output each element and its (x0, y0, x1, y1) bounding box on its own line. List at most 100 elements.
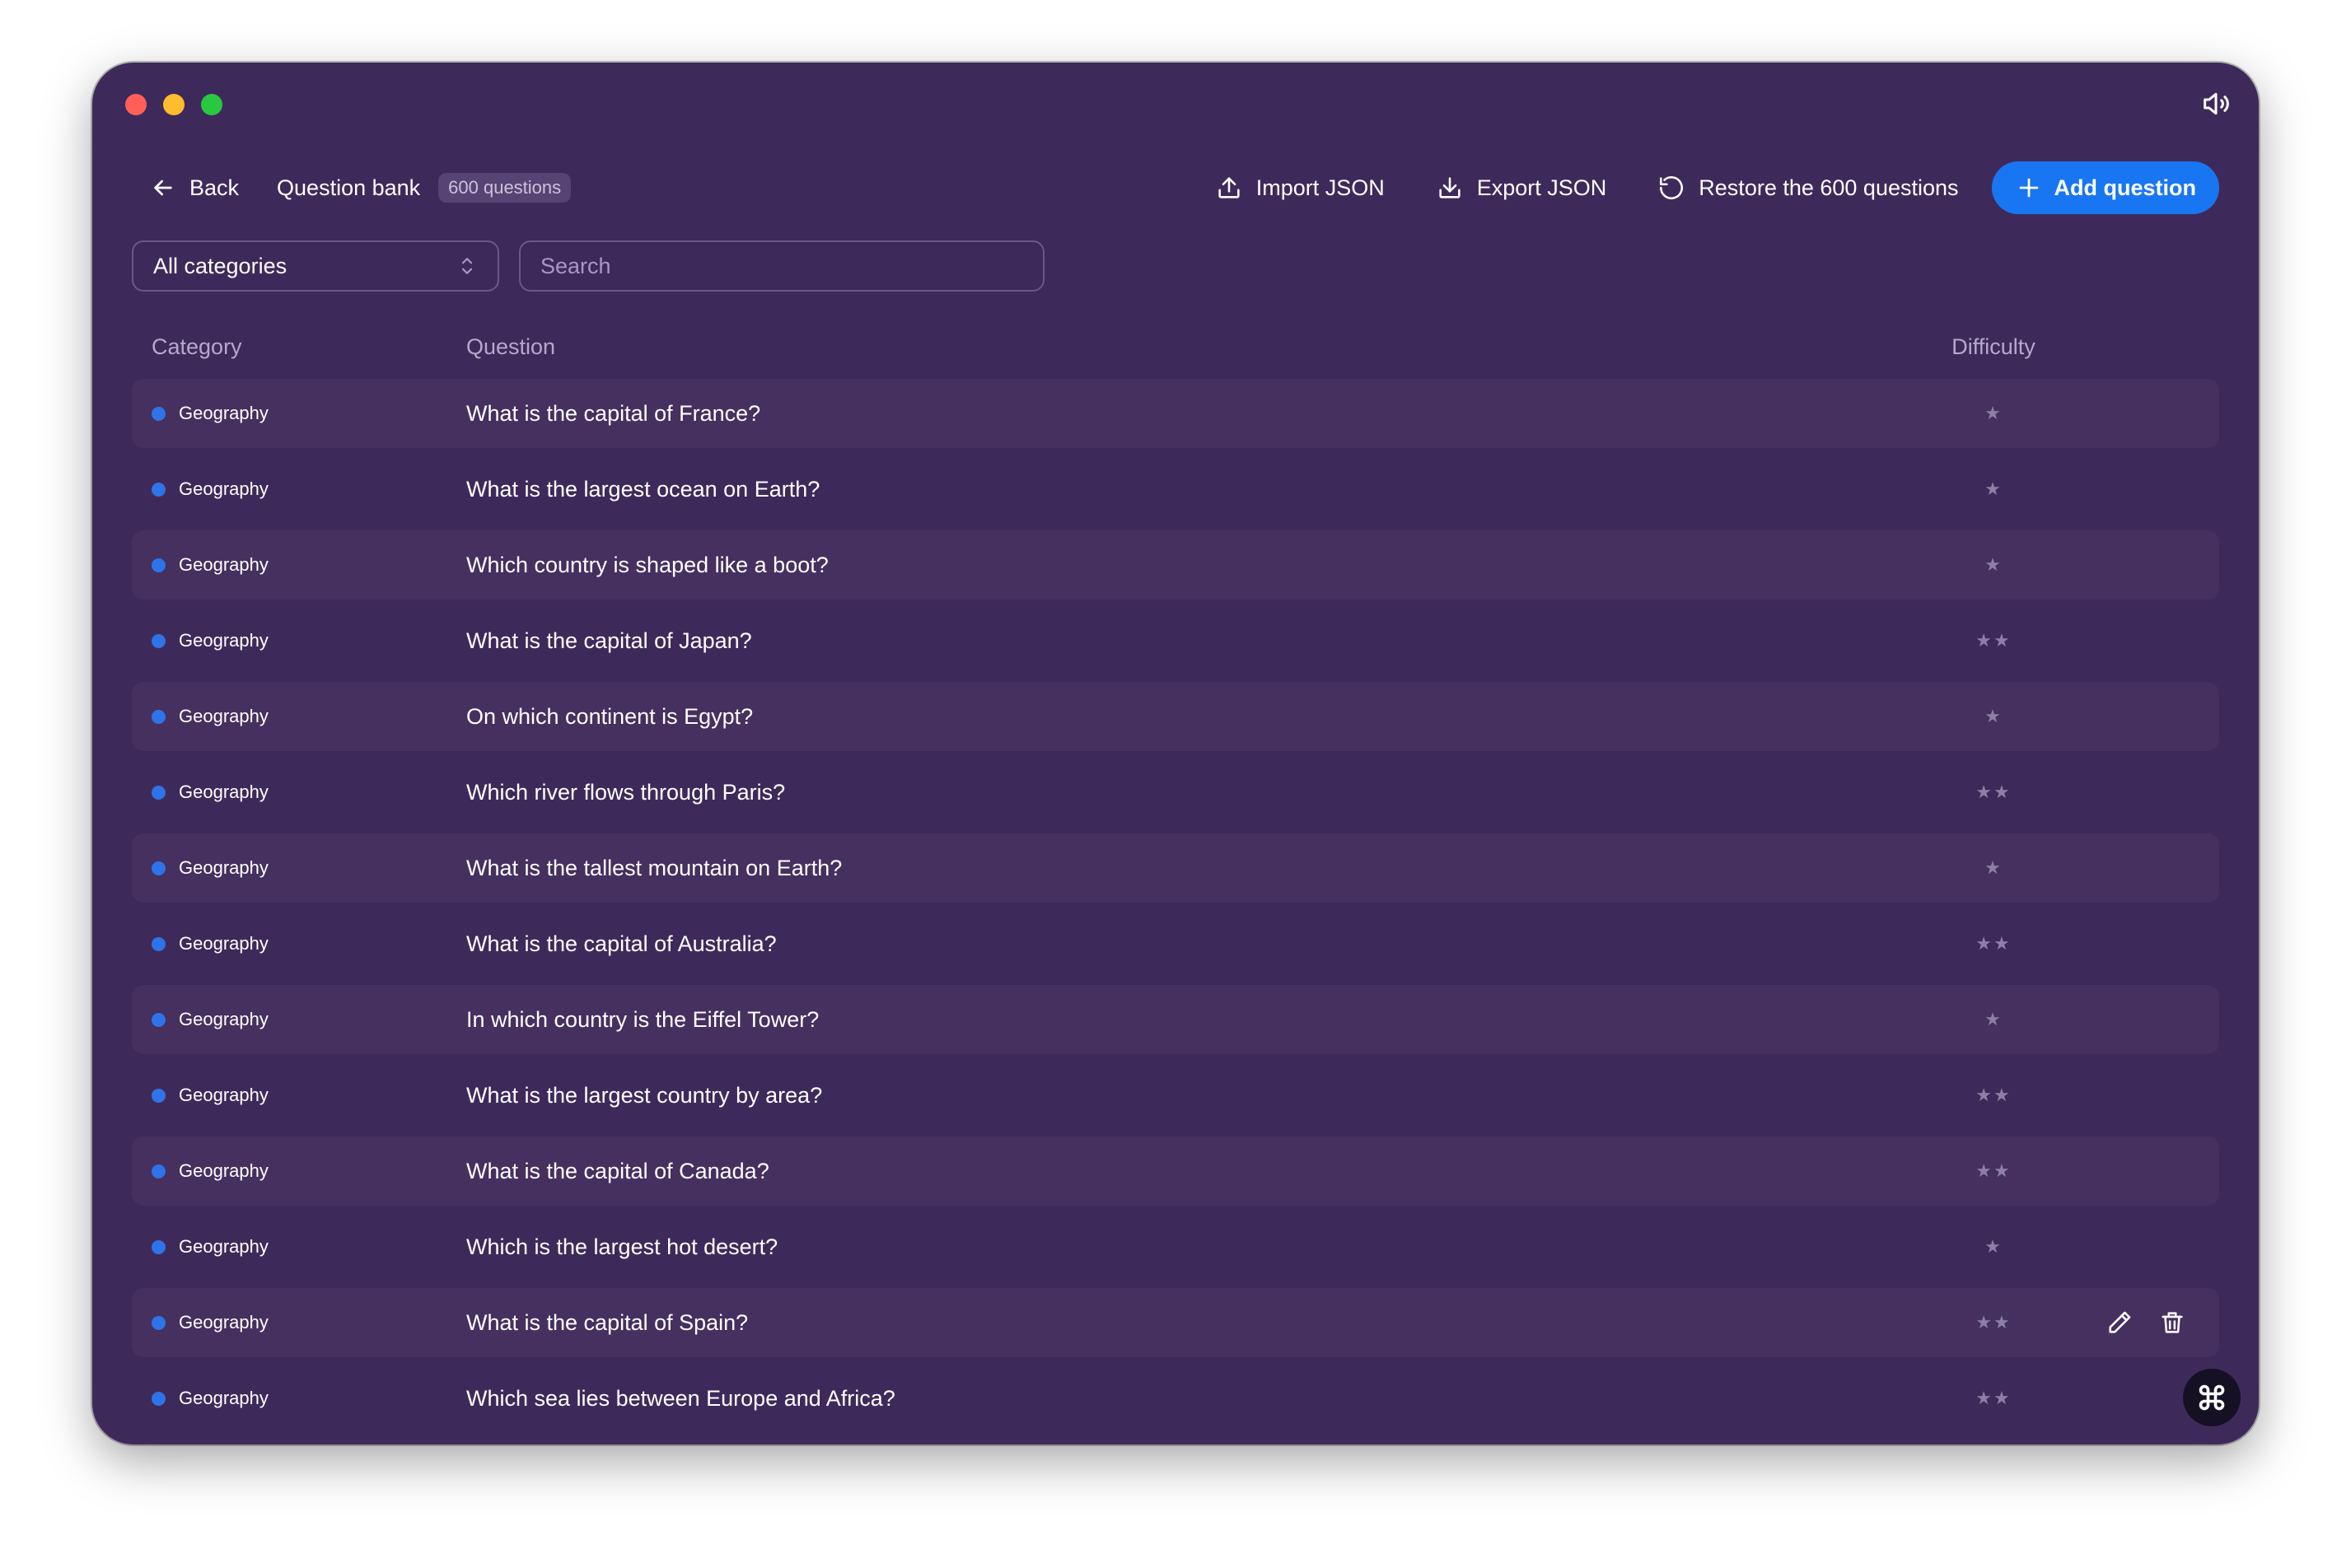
table-row[interactable]: Geography Which is the largest hot desert… (132, 1212, 2219, 1281)
question-count-badge: 600 questions (438, 173, 572, 203)
restore-questions-label: Restore the 600 questions (1699, 175, 1959, 200)
category-color-dot (152, 482, 166, 497)
arrow-left-icon (154, 180, 172, 196)
table-row[interactable]: Geography What is the capital of France? ★ (132, 379, 2219, 448)
category-color-dot (152, 1088, 166, 1103)
maximize-window-button[interactable] (201, 94, 222, 115)
category-cell: Geography (152, 455, 269, 524)
category-label: Geography (179, 630, 269, 651)
pencil-icon[interactable] (2106, 1309, 2134, 1337)
export-json-button[interactable]: Export JSON (1436, 174, 1606, 202)
category-color-dot (152, 861, 166, 875)
download-icon (1439, 177, 1461, 198)
category-label: Geography (179, 403, 269, 423)
category-cell: Geography (152, 758, 269, 827)
category-label: Geography (179, 1236, 269, 1257)
difficulty-stars: ★★ (1975, 1312, 2012, 1332)
add-question-label: Add question (2054, 175, 2196, 200)
rotate-ccw-icon (1660, 176, 1684, 200)
sound-toggle-button[interactable] (2199, 87, 2232, 120)
plus-icon (2019, 178, 2038, 198)
upload-icon (1218, 177, 1240, 198)
category-cell: Geography (152, 1288, 269, 1357)
question-text: Which is the largest hot desert? (466, 1234, 778, 1259)
question-text: Which country is shaped like a boot? (466, 553, 829, 577)
table-row[interactable]: Geography On which continent is Egypt? ★ (132, 682, 2219, 751)
question-text: What is the capital of Japan? (466, 628, 752, 653)
search-input[interactable]: Search (519, 240, 1045, 292)
question-text: What is the capital of Canada? (466, 1159, 769, 1183)
speaker-icon (2204, 92, 2229, 115)
app-window: Back Question bank 600 questions Import … (92, 63, 2259, 1444)
page-title: Question bank (277, 175, 421, 200)
category-label: Geography (179, 857, 269, 878)
category-color-dot (152, 633, 166, 648)
table-row[interactable]: Geography What is the largest country by … (132, 1061, 2219, 1130)
category-cell: Geography (152, 379, 269, 448)
filter-bar: All categories Search (132, 240, 1045, 292)
column-header-question[interactable]: Question (466, 326, 555, 367)
command-icon (2199, 1384, 2225, 1411)
row-actions (2106, 1288, 2186, 1357)
question-text: Which river flows through Paris? (466, 780, 786, 805)
question-text: On which continent is Egypt? (466, 704, 754, 729)
difficulty-stars: ★ (1984, 706, 2003, 726)
difficulty-stars: ★ (1984, 554, 2003, 575)
difficulty-stars: ★★ (1975, 1085, 2012, 1105)
category-color-dot (152, 709, 166, 724)
question-table-body: Geography What is the capital of France? ★… (132, 379, 2219, 1440)
add-question-button[interactable]: Add question (1991, 161, 2219, 214)
difficulty-stars: ★ (1984, 857, 2003, 878)
difficulty-stars: ★★ (1975, 933, 2012, 954)
category-label: Geography (179, 782, 269, 802)
close-window-button[interactable] (125, 94, 147, 115)
difficulty-stars: ★★ (1975, 1160, 2012, 1181)
category-color-dot (152, 936, 166, 951)
difficulty-stars: ★★ (1975, 1388, 2012, 1408)
difficulty-stars: ★ (1984, 478, 2003, 499)
question-text: What is the capital of France? (466, 401, 761, 426)
restore-questions-button[interactable]: Restore the 600 questions (1657, 174, 1959, 202)
import-json-button[interactable]: Import JSON (1215, 174, 1385, 202)
difficulty-stars: ★ (1984, 1236, 2003, 1257)
table-row[interactable]: Geography What is the tallest mountain on… (132, 833, 2219, 903)
category-cell: Geography (152, 1364, 269, 1433)
difficulty-stars: ★★ (1975, 630, 2012, 651)
category-cell: Geography (152, 1212, 269, 1281)
page-header: Back Question bank 600 questions Import … (132, 161, 2219, 214)
category-cell: Geography (152, 682, 269, 751)
table-row[interactable]: Geography What is the capital of Japan? ★★ (132, 606, 2219, 675)
minimize-window-button[interactable] (163, 94, 185, 115)
question-text: In which country is the Eiffel Tower? (466, 1007, 820, 1032)
category-label: Geography (179, 1160, 269, 1181)
question-text: What is the tallest mountain on Earth? (466, 856, 843, 880)
category-cell: Geography (152, 530, 269, 600)
table-row[interactable]: Geography Which sea lies between Europe a… (132, 1364, 2219, 1433)
search-placeholder: Search (540, 253, 611, 278)
difficulty-stars: ★ (1984, 403, 2003, 423)
category-color-dot (152, 1391, 166, 1406)
back-button[interactable]: Back (132, 161, 249, 214)
difficulty-stars: ★★ (1975, 782, 2012, 802)
category-color-dot (152, 1239, 166, 1254)
category-cell: Geography (152, 1061, 269, 1130)
table-row[interactable]: Geography In which country is the Eiffel … (132, 985, 2219, 1054)
category-label: Geography (179, 1009, 269, 1029)
table-row[interactable]: Geography Which river flows through Paris… (132, 758, 2219, 827)
floating-command-button[interactable] (2183, 1369, 2241, 1426)
question-text: What is the capital of Spain? (466, 1310, 749, 1335)
category-cell: Geography (152, 606, 269, 675)
column-header-difficulty[interactable]: Difficulty (1944, 326, 2043, 367)
trash-icon[interactable] (2158, 1309, 2186, 1337)
back-label: Back (189, 175, 240, 200)
table-row[interactable]: Geography Which country is shaped like a … (132, 530, 2219, 600)
chevron-up-down-icon (461, 258, 473, 274)
column-header-category[interactable]: Category (152, 326, 242, 367)
question-text: Which sea lies between Europe and Africa… (466, 1386, 895, 1411)
table-row[interactable]: Geography What is the capital of Spain? ★★ (132, 1288, 2219, 1357)
category-select[interactable]: All categories (132, 240, 499, 292)
table-row[interactable]: Geography What is the largest ocean on Ea… (132, 455, 2219, 524)
table-row[interactable]: Geography What is the capital of Australi… (132, 909, 2219, 978)
table-row[interactable]: Geography What is the capital of Canada? ★… (132, 1136, 2219, 1206)
category-color-dot (152, 785, 166, 800)
